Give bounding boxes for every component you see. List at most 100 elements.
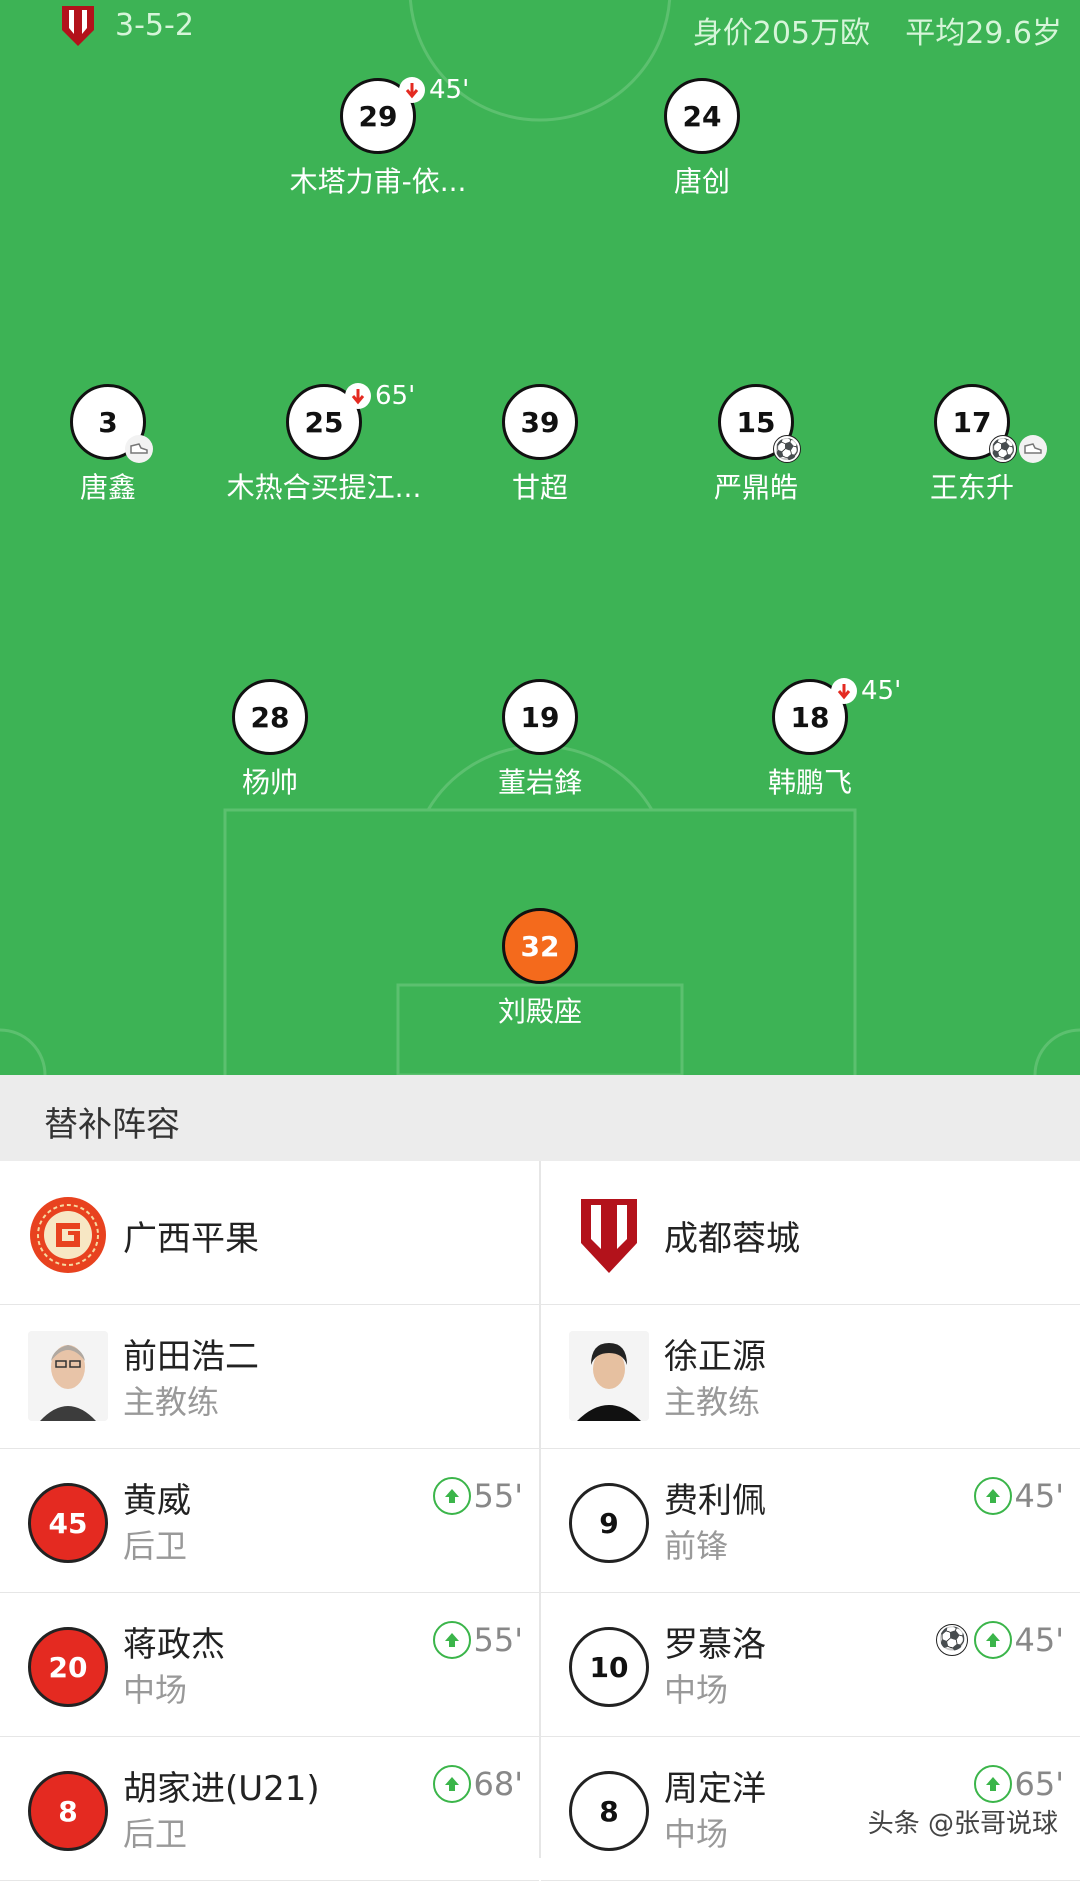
- player-3[interactable]: 3 唐鑫: [8, 384, 208, 506]
- player-number: 25 65': [286, 381, 415, 460]
- sub-in-arrow-icon: [974, 1621, 1013, 1659]
- coach-role: 主教练: [664, 1383, 761, 1421]
- player-name: 刘殿座: [497, 995, 582, 1028]
- coach-avatar: [569, 1331, 649, 1421]
- player-name: 胡家进(U21): [123, 1769, 320, 1809]
- player-number: 10: [569, 1627, 649, 1707]
- subs-section-header: 替补阵容: [0, 1075, 1080, 1161]
- player-24[interactable]: 24 唐创: [602, 78, 802, 200]
- player-name: 周定洋: [664, 1769, 766, 1809]
- sub-in-arrow-icon: [974, 1765, 1013, 1803]
- sub-in-arrow-icon: [974, 1477, 1013, 1515]
- player-17[interactable]: 17 ⚽ 王东升: [872, 384, 1072, 506]
- player-position: 中场: [664, 1815, 729, 1853]
- boot-icon: [1019, 435, 1047, 463]
- sub-in-marker: 45': [974, 1477, 1064, 1515]
- coach-avatar: [28, 1331, 108, 1421]
- sub-in-marker: 55': [433, 1621, 523, 1659]
- coach-name: 徐正源: [664, 1337, 766, 1377]
- sub-out-marker: 45': [399, 75, 469, 105]
- player-number: 24: [664, 78, 740, 154]
- player-name: 严鼎皓: [713, 471, 798, 504]
- sub-out-arrow-icon: [831, 678, 857, 704]
- sub-player-row[interactable]: 45 黄威 后卫 55': [0, 1449, 539, 1593]
- player-name: 蒋政杰: [123, 1625, 225, 1665]
- player-39[interactable]: 39 甘超: [440, 384, 640, 506]
- sub-out-marker: 45': [831, 676, 901, 706]
- player-number: 19: [502, 679, 578, 755]
- player-28[interactable]: 28 杨帅: [170, 679, 370, 801]
- sub-out-arrow-icon: [399, 77, 425, 103]
- player-name: 唐创: [673, 165, 730, 198]
- home-team-name: 广西平果: [123, 1219, 259, 1259]
- player-number: 3: [70, 384, 153, 463]
- team-row[interactable]: 成都蓉城: [541, 1161, 1080, 1305]
- player-32[interactable]: 32 刘殿座: [440, 908, 640, 1030]
- player-number: 17 ⚽: [934, 384, 1047, 463]
- player-name: 费利佩: [664, 1481, 766, 1521]
- player-number: 9: [569, 1483, 649, 1563]
- player-number: 29 45': [340, 75, 469, 154]
- player-number: 18 45': [772, 676, 901, 755]
- player-19[interactable]: 19 董岩鋒: [440, 679, 640, 801]
- player-number: 20: [28, 1627, 108, 1707]
- player-number: 8: [569, 1771, 649, 1851]
- coach-role: 主教练: [123, 1383, 220, 1421]
- chengdu-rongcheng-logo-icon: [581, 1199, 637, 1273]
- team-row[interactable]: 广西平果: [0, 1161, 539, 1305]
- player-name: 董岩鋒: [497, 766, 582, 799]
- sub-player-row[interactable]: 9 费利佩 前锋 45': [541, 1449, 1080, 1593]
- player-position: 中场: [123, 1671, 188, 1709]
- pitch: 3-5-2 身价205万欧 平均29.6岁 29 45' 木塔力甫-依... 2…: [0, 0, 1080, 1075]
- away-team-name: 成都蓉城: [664, 1219, 800, 1259]
- player-number: 28: [232, 679, 308, 755]
- player-name: 罗慕洛: [664, 1625, 766, 1665]
- team-value-label: 身价205万欧: [692, 16, 870, 51]
- sub-out-marker: 65': [345, 381, 415, 411]
- sub-in-marker: 65': [974, 1765, 1064, 1803]
- player-position: 后卫: [123, 1527, 188, 1565]
- player-18[interactable]: 18 45' 韩鹏飞: [710, 676, 910, 801]
- player-name: 王东升: [929, 471, 1014, 504]
- player-name: 木热合买提江...: [226, 471, 422, 504]
- player-number: 45: [28, 1483, 108, 1563]
- player-name: 唐鑫: [79, 471, 136, 504]
- player-15[interactable]: 15 ⚽ 严鼎皓: [656, 384, 856, 506]
- sub-in-marker: ⚽ 45': [936, 1621, 1064, 1659]
- guangxi-pingguo-logo-icon: [30, 1197, 106, 1273]
- lineup-info-bar: 3-5-2 身价205万欧 平均29.6岁: [0, 4, 1080, 51]
- player-number: 32: [502, 908, 578, 984]
- sub-in-marker: 68': [433, 1765, 523, 1803]
- formation-label: 3-5-2: [115, 8, 194, 43]
- column-divider: [539, 1161, 541, 1858]
- goal-ball-icon: ⚽: [936, 1624, 969, 1656]
- coach-row[interactable]: 前田浩二 主教练: [0, 1305, 539, 1449]
- boot-icon: [125, 435, 153, 463]
- player-29[interactable]: 29 45' 木塔力甫-依...: [278, 75, 478, 200]
- sub-player-row[interactable]: 20 蒋政杰 中场 55': [0, 1593, 539, 1737]
- subs-title: 替补阵容: [44, 1105, 180, 1145]
- player-name: 黄威: [123, 1481, 191, 1521]
- sub-player-row[interactable]: 8 胡家进(U21) 后卫 68': [0, 1737, 539, 1881]
- player-name: 甘超: [511, 471, 568, 504]
- home-subs-column: 广西平果 前田浩二 主教练 45 黄威 后卫 55' 20 蒋政杰 中场 55'…: [0, 1161, 539, 1881]
- team-logo-icon: [62, 6, 94, 46]
- goal-ball-icon: ⚽: [773, 435, 801, 463]
- player-position: 中场: [664, 1671, 729, 1709]
- player-number: 39: [502, 384, 578, 460]
- away-subs-column: 成都蓉城 徐正源 主教练 9 费利佩 前锋 45' 10 罗慕洛 中场 ⚽ 45…: [541, 1161, 1080, 1881]
- watermark: 头条 @张哥说球: [867, 1809, 1058, 1839]
- player-position: 后卫: [123, 1815, 188, 1853]
- sub-in-marker: 55': [433, 1477, 523, 1515]
- player-position: 前锋: [664, 1527, 729, 1565]
- sub-out-arrow-icon: [345, 383, 371, 409]
- player-number: 8: [28, 1771, 108, 1851]
- sub-player-row[interactable]: 10 罗慕洛 中场 ⚽ 45': [541, 1593, 1080, 1737]
- sub-in-arrow-icon: [433, 1621, 472, 1659]
- average-age-label: 平均29.6岁: [905, 16, 1062, 51]
- player-name: 韩鹏飞: [767, 766, 852, 799]
- player-name: 木塔力甫-依...: [289, 165, 467, 198]
- player-25[interactable]: 25 65' 木热合买提江...: [224, 381, 424, 506]
- coach-name: 前田浩二: [123, 1337, 259, 1377]
- coach-row[interactable]: 徐正源 主教练: [541, 1305, 1080, 1449]
